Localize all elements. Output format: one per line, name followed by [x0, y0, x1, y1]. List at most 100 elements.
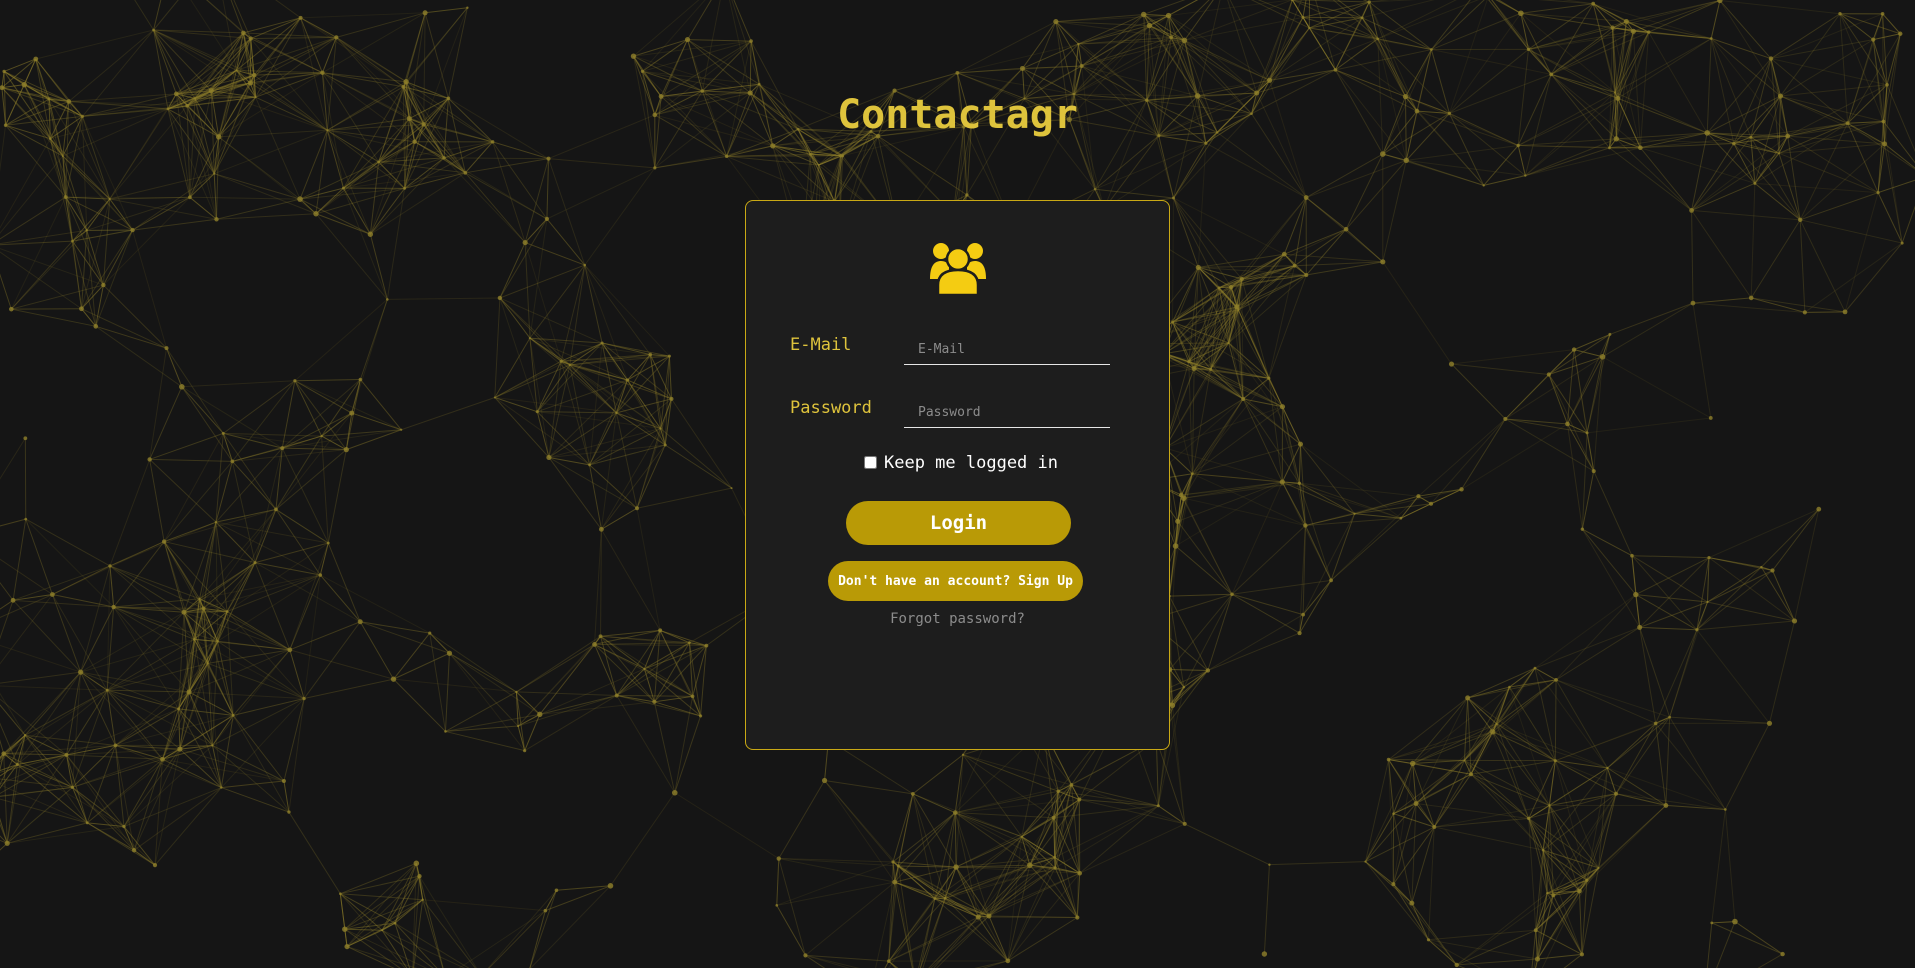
network-node: [1178, 492, 1184, 498]
network-line: [189, 691, 305, 700]
network-node: [803, 953, 808, 958]
network-node: [33, 56, 39, 62]
network-line: [232, 449, 347, 462]
network-line: [113, 606, 180, 710]
network-line: [1696, 629, 1770, 724]
network-node: [1364, 860, 1367, 863]
network-line: [1173, 197, 1243, 280]
network-node: [50, 592, 55, 597]
network-node: [515, 690, 518, 694]
network-node: [1172, 543, 1179, 549]
network-node: [367, 231, 374, 237]
network-line: [369, 188, 406, 235]
network-node: [1876, 191, 1880, 195]
network-line: [106, 689, 181, 750]
network-line: [1079, 823, 1185, 874]
network-line: [445, 730, 525, 752]
network-line: [1268, 378, 1300, 484]
network-line: [275, 412, 353, 510]
network-node: [1156, 804, 1160, 808]
network-node: [543, 908, 548, 913]
network-line: [25, 518, 115, 608]
network-node: [1597, 866, 1600, 869]
network-line: [974, 960, 1008, 968]
network-line: [149, 348, 168, 460]
network-line: [1696, 620, 1795, 631]
network-node: [1900, 241, 1904, 245]
network-line: [149, 432, 224, 460]
network-node: [975, 914, 981, 920]
network-node: [592, 642, 597, 647]
network-node: [839, 154, 843, 158]
remember-checkbox[interactable]: [864, 456, 877, 469]
network-line: [181, 386, 224, 434]
network-line: [1183, 670, 1209, 688]
network-node: [358, 377, 363, 382]
network-node: [1732, 918, 1738, 925]
network-node: [1610, 25, 1615, 30]
network-line: [671, 398, 732, 489]
network-line: [1609, 143, 1734, 149]
network-line: [0, 764, 18, 777]
network-line: [1708, 557, 1762, 568]
network-node: [248, 36, 253, 41]
network-line: [1173, 132, 1218, 199]
network-line: [1724, 723, 1770, 810]
network-line: [1770, 58, 1888, 86]
network-line: [1635, 557, 1710, 596]
network-line: [1607, 723, 1657, 769]
network-node: [653, 166, 657, 170]
network-node: [891, 860, 895, 864]
network-line: [934, 898, 1009, 962]
network-line: [1231, 525, 1306, 595]
login-button[interactable]: Login: [846, 501, 1071, 545]
network-line: [346, 429, 402, 451]
network-line: [870, 130, 968, 196]
signup-button[interactable]: Don't have an account? Sign Up: [828, 561, 1083, 601]
network-node: [1261, 951, 1268, 957]
network-line: [315, 141, 415, 215]
network-node: [1075, 915, 1080, 920]
network-node: [688, 641, 691, 645]
network-line: [1181, 482, 1300, 496]
network-node: [221, 431, 225, 435]
network-line: [0, 518, 26, 527]
network-line: [231, 380, 296, 462]
network-node: [1430, 48, 1433, 51]
network-line: [494, 297, 501, 398]
network-line: [1434, 817, 1529, 828]
network-node: [343, 447, 349, 453]
password-input[interactable]: [904, 390, 1110, 428]
network-line: [1593, 470, 1633, 556]
network-line: [25, 518, 111, 567]
network-line: [674, 715, 702, 793]
network-node: [1608, 332, 1612, 336]
network-line: [1451, 363, 1549, 376]
remember-me[interactable]: Keep me logged in: [864, 453, 1064, 477]
network-node: [658, 628, 663, 633]
forgot-password-link[interactable]: Forgot password?: [746, 611, 1169, 627]
network-node: [1732, 141, 1736, 146]
network-line: [0, 155, 64, 234]
network-line: [1555, 679, 1656, 724]
network-node: [1360, 16, 1364, 20]
network-node: [320, 434, 323, 438]
network-line: [884, 960, 890, 968]
email-input[interactable]: [904, 327, 1110, 365]
network-node: [1171, 196, 1175, 200]
network-line: [1306, 159, 1407, 199]
network-node: [1005, 958, 1011, 964]
network-node: [1548, 804, 1551, 807]
network-node: [1535, 956, 1541, 962]
network-line: [1534, 626, 1640, 669]
network-line: [955, 866, 1009, 962]
network-node: [493, 396, 496, 399]
network-node: [1020, 835, 1023, 838]
network-line: [344, 928, 428, 968]
network-line: [778, 858, 894, 863]
network-line: [1207, 594, 1233, 671]
network-line: [1525, 147, 1610, 177]
network-node: [943, 896, 947, 900]
network-node: [1454, 962, 1459, 968]
network-line: [95, 284, 104, 327]
